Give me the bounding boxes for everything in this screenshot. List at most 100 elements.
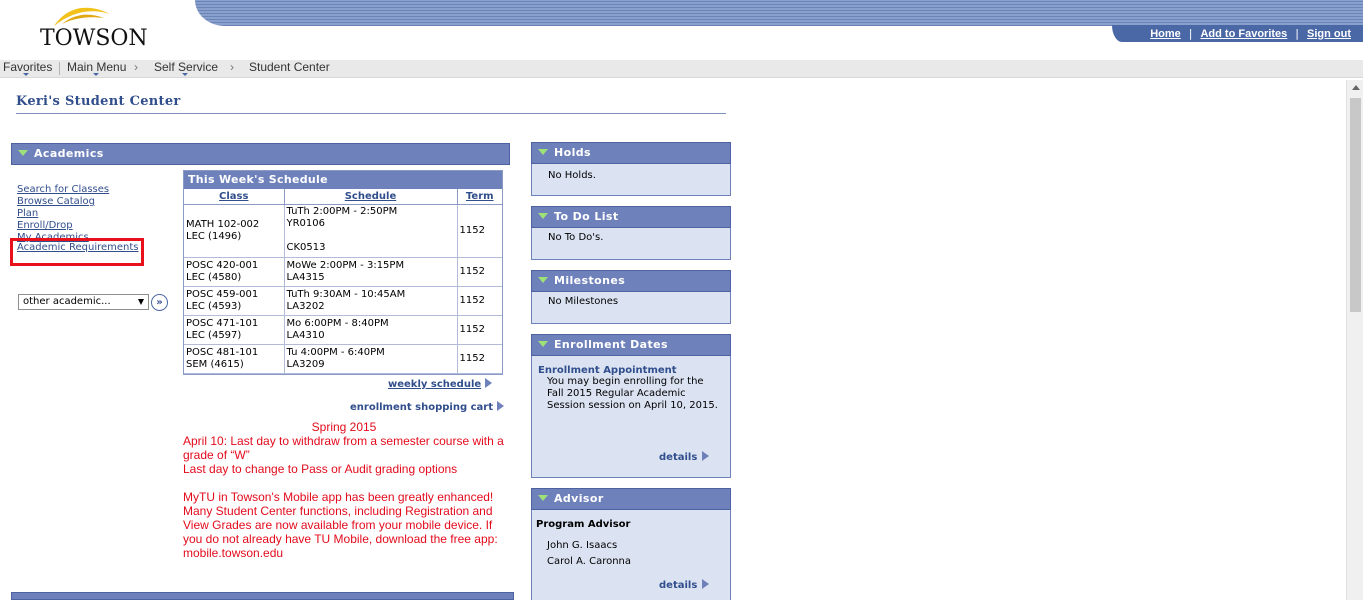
enrollment-shopping-cart-link[interactable]: enrollment shopping cart (350, 401, 504, 413)
schedule-cell: TuTh 2:00PM - 2:50PM YR0106 CK0513 (284, 204, 458, 258)
advisor-header[interactable]: Advisor (531, 488, 731, 510)
chevron-down-icon (138, 299, 144, 305)
arrow-right-icon (702, 451, 710, 461)
holds-box: Holds No Holds. (531, 142, 731, 196)
enrollment-appointment-text: You may begin enrolling for the Fall 201… (547, 376, 718, 411)
milestones-header[interactable]: Milestones (531, 270, 731, 292)
holds-header[interactable]: Holds (531, 142, 731, 164)
page-title: Keri's Student Center (16, 94, 181, 109)
advisor-name: John G. Isaacs (547, 540, 618, 551)
nav-divider (59, 62, 60, 75)
notice-heading: Spring 2015 (311, 420, 377, 434)
collapse-triangle-icon[interactable] (18, 150, 28, 156)
enrollment-dates-header[interactable]: Enrollment Dates (531, 334, 731, 356)
browse-catalog-link[interactable]: Browse Catalog (17, 196, 139, 208)
notice-line: MyTU in Towson's Mobile app has been gre… (183, 490, 498, 546)
program-advisor-label: Program Advisor (536, 519, 631, 530)
enroll-drop-link[interactable]: Enroll/Drop (17, 220, 139, 232)
advisor-details-link[interactable]: details (659, 579, 710, 591)
logo-text: TOWSON (40, 26, 148, 51)
enrollment-appointment: Enrollment Appointment You may begin enr… (532, 357, 730, 412)
class-cell: POSC 420-001 LEC (4580) (184, 257, 285, 287)
collapse-triangle-icon[interactable] (538, 213, 548, 219)
schedule-cell: TuTh 9:30AM - 10:45AM LA3202 (284, 286, 458, 316)
class-cell: POSC 459-001 LEC (4593) (184, 286, 285, 316)
milestones-text: No Milestones (548, 296, 619, 307)
milestones-header-label: Milestones (554, 274, 626, 287)
holds-text: No Holds. (548, 170, 596, 181)
table-row: POSC 481-101 SEM (4615) Tu 4:00PM - 6:40P… (184, 344, 502, 374)
home-link[interactable]: Home (1142, 28, 1189, 40)
other-academic-select[interactable]: other academic... (18, 294, 149, 310)
navigation-bar: Favorites Main Menu › Self Service › Stu… (0, 60, 1363, 78)
advisor-list: John G. Isaacs Carol A. Caronna (536, 538, 726, 570)
breadcrumb-student-center[interactable]: Student Center (249, 60, 330, 75)
arrow-right-icon (496, 401, 504, 411)
weekly-schedule-table: This Week's Schedule Class Schedule Term… (183, 170, 503, 375)
advisor-box: Advisor Program Advisor John G. Isaacs C… (531, 488, 731, 600)
scroll-up-icon[interactable] (1352, 85, 1360, 90)
favorites-dropdown-icon[interactable] (23, 73, 29, 76)
sign-out-link[interactable]: Sign out (1299, 28, 1359, 40)
todo-header[interactable]: To Do List (531, 206, 731, 228)
vertical-scrollbar[interactable] (1346, 80, 1363, 600)
highlight-box (10, 238, 144, 266)
term-cell: 1152 (457, 344, 502, 374)
main-menu-dropdown-icon[interactable] (93, 73, 99, 76)
arrow-right-icon (485, 378, 493, 388)
scrollbar-thumb[interactable] (1350, 98, 1361, 312)
todo-header-label: To Do List (554, 210, 619, 223)
table-row: POSC 420-001 LEC (4580) MoWe 2:00PM - 3:1… (184, 257, 502, 287)
collapse-triangle-icon[interactable] (538, 495, 548, 501)
academics-header-label: Academics (34, 147, 104, 160)
weekly-schedule-label: weekly schedule (388, 379, 482, 390)
collapse-triangle-icon[interactable] (538, 277, 548, 283)
enrollment-details-link[interactable]: details (659, 451, 710, 463)
weekly-schedule-link[interactable]: weekly schedule (388, 378, 493, 390)
header-stripe (195, 0, 1363, 26)
go-button[interactable]: » (151, 294, 168, 311)
term-cell: 1152 (457, 257, 502, 287)
shopping-cart-label: enrollment shopping cart (350, 402, 493, 413)
class-cell: POSC 481-101 SEM (4615) (184, 344, 285, 374)
self-service-dropdown-icon[interactable] (182, 73, 188, 76)
schedule-cell: Mo 6:00PM - 8:40PM LA4310 (284, 315, 458, 345)
milestones-box: Milestones No Milestones (531, 270, 731, 324)
schedule-cell: MoWe 2:00PM - 3:15PM LA4315 (284, 257, 458, 287)
plan-link[interactable]: Plan (17, 208, 139, 220)
collapse-triangle-icon[interactable] (538, 341, 548, 347)
enrollment-dates-header-label: Enrollment Dates (554, 338, 668, 351)
notice-url: mobile.towson.edu (183, 546, 284, 560)
enrollment-appointment-label: Enrollment Appointment (538, 365, 677, 376)
academics-header[interactable]: Academics (11, 143, 510, 165)
column-header-class[interactable]: Class (184, 189, 285, 205)
class-cell: POSC 471-101 LEC (4597) (184, 315, 285, 345)
notice-line: April 10: Last day to withdraw from a se… (183, 434, 504, 462)
term-cell: 1152 (457, 204, 502, 258)
term-cell: 1152 (457, 286, 502, 316)
table-row: POSC 459-001 LEC (4593) TuTh 9:30AM - 10:… (184, 286, 502, 316)
column-header-term[interactable]: Term (457, 189, 502, 205)
other-academic-value: other academic... (23, 296, 111, 307)
title-divider (16, 113, 726, 114)
details-label: details (659, 580, 698, 591)
table-row: POSC 471-101 LEC (4597) Mo 6:00PM - 8:40P… (184, 315, 502, 345)
advisor-content: Program Advisor John G. Isaacs Carol A. … (532, 511, 730, 570)
details-label: details (659, 452, 698, 463)
next-section-header[interactable] (11, 592, 514, 600)
breadcrumb-chevron-icon: › (134, 60, 138, 74)
todo-box: To Do List No To Do's. (531, 206, 731, 260)
column-header-schedule[interactable]: Schedule (284, 189, 458, 205)
enrollment-dates-box: Enrollment Dates Enrollment Appointment … (531, 334, 731, 478)
arrow-right-icon (702, 579, 710, 589)
towson-logo: TOWSON (38, 4, 148, 52)
top-links: Home | Add to Favorites | Sign out (1112, 25, 1363, 42)
schedule-caption: This Week's Schedule (184, 171, 502, 189)
collapse-triangle-icon[interactable] (538, 149, 548, 155)
table-row: MATH 102-002 LEC (1496) TuTh 2:00PM - 2:5… (184, 204, 502, 258)
search-for-classes-link[interactable]: Search for Classes (17, 184, 139, 196)
add-to-favorites-link[interactable]: Add to Favorites (1192, 28, 1295, 40)
notice-line: Last day to change to Pass or Audit grad… (183, 462, 458, 476)
todo-text: No To Do's. (548, 232, 604, 243)
advisor-name: Carol A. Caronna (547, 556, 632, 567)
